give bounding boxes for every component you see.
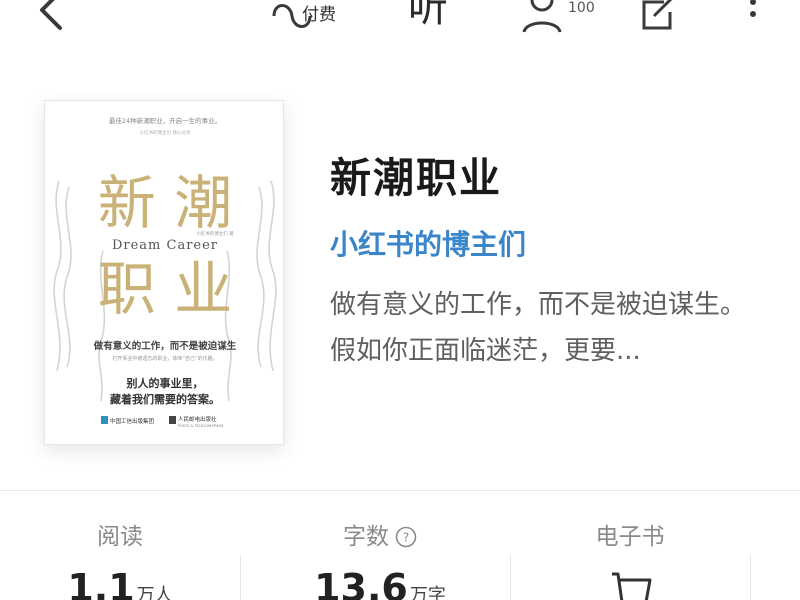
cover-top-line-small: 小红书的博主们 倾心分享 (140, 129, 191, 136)
stats-separator (510, 555, 511, 600)
stat-words-unit: 万字 (409, 585, 446, 600)
stats-separator (240, 555, 241, 600)
share-icon (642, 0, 673, 30)
publisher-logo-1 (101, 416, 108, 424)
cover-top-line: 最佳24种新潮职业，开启一生的事业。 (109, 116, 221, 125)
cart-icon (612, 572, 652, 600)
readers-button[interactable]: 100 (518, 0, 608, 34)
stat-ebook-label: 电子书 (595, 524, 665, 550)
cover-artwork: 最佳24种新潮职业，开启一生的事业。 小红书的博主们 倾心分享 新 潮 小红书的… (53, 116, 277, 428)
stat-readers-value-row: 1.1 万人 (40, 568, 200, 600)
cover-publisher-2: 人民邮电出版社 (178, 415, 217, 423)
paid-label: 付费 (302, 5, 336, 25)
stat-ebook-icon-wrap (540, 566, 720, 600)
reader-count: 100 (568, 0, 595, 16)
more-button[interactable] (738, 0, 768, 34)
book-stats: 阅读 1.1 万人 字数 ? 13.6 万字 电子书 (0, 520, 800, 600)
stats-separator (750, 555, 751, 600)
cover-small-author: 小红书的博主们 著 (196, 230, 234, 237)
stat-words-label: 字数 (343, 524, 389, 550)
book-title: 新潮职业 (330, 154, 502, 202)
book-description[interactable]: 做有意义的工作，而不是被迫谋生。假如你正面临迷茫，更要... (330, 282, 750, 374)
back-arrow-icon (40, 0, 62, 30)
top-toolbar: 付费 听 100 (0, 0, 800, 50)
stat-readers-unit: 万人 (136, 585, 173, 600)
stat-words-label-row: 字数 ? (343, 520, 417, 554)
more-vertical-icon (750, 0, 756, 17)
stat-words-value-row: 13.6 万字 (290, 568, 470, 600)
stat-readers-value: 1.1 (67, 566, 135, 600)
cover-title-line2: 职 业 (98, 255, 232, 323)
book-cover[interactable]: 最佳24种新潮职业，开启一生的事业。 小红书的博主们 倾心分享 新 潮 小红书的… (44, 100, 284, 445)
stat-readers[interactable]: 阅读 1.1 万人 (40, 520, 200, 600)
stat-words-value: 13.6 (314, 566, 408, 600)
cover-tagline-2: 藏着我们需要的答案。 (110, 392, 220, 406)
book-author-link[interactable]: 小红书的博主们 (330, 226, 770, 264)
svg-text:?: ? (403, 531, 409, 545)
stat-ebook[interactable]: 电子书 (540, 520, 720, 600)
person-icon (522, 0, 562, 33)
listen-button[interactable]: 听 (406, 0, 466, 34)
cover-slogan: 做有意义的工作，而不是被迫谋生 (93, 340, 237, 352)
share-button[interactable] (634, 0, 684, 34)
publisher-logo-2 (169, 416, 176, 424)
section-divider (0, 490, 800, 491)
cover-tagline-1: 别人的事业里， (126, 376, 204, 390)
cover-publisher-2-en: POSTS & TELECOM PRESS (178, 424, 224, 428)
back-button[interactable] (28, 0, 76, 34)
paid-audio-button[interactable]: 付费 (268, 0, 358, 34)
stat-readers-label: 阅读 (97, 524, 143, 550)
stat-word-count[interactable]: 字数 ? 13.6 万字 (290, 520, 470, 600)
listen-label: 听 (408, 0, 448, 31)
cover-title-line1: 新 潮 (98, 169, 232, 237)
book-info: 新潮职业 小红书的博主们 做有意义的工作，而不是被迫谋生。假如你正面临迷茫，更要… (330, 150, 770, 374)
cover-slogan-small: 打开事业中被遗忘的职业，体味“自己”的乐趣。 (112, 355, 217, 362)
cover-publisher-1: 中国工信出版集团 (110, 417, 155, 425)
help-circle-icon[interactable]: ? (395, 526, 417, 548)
cover-subtitle-en: Dream Career (112, 238, 218, 253)
